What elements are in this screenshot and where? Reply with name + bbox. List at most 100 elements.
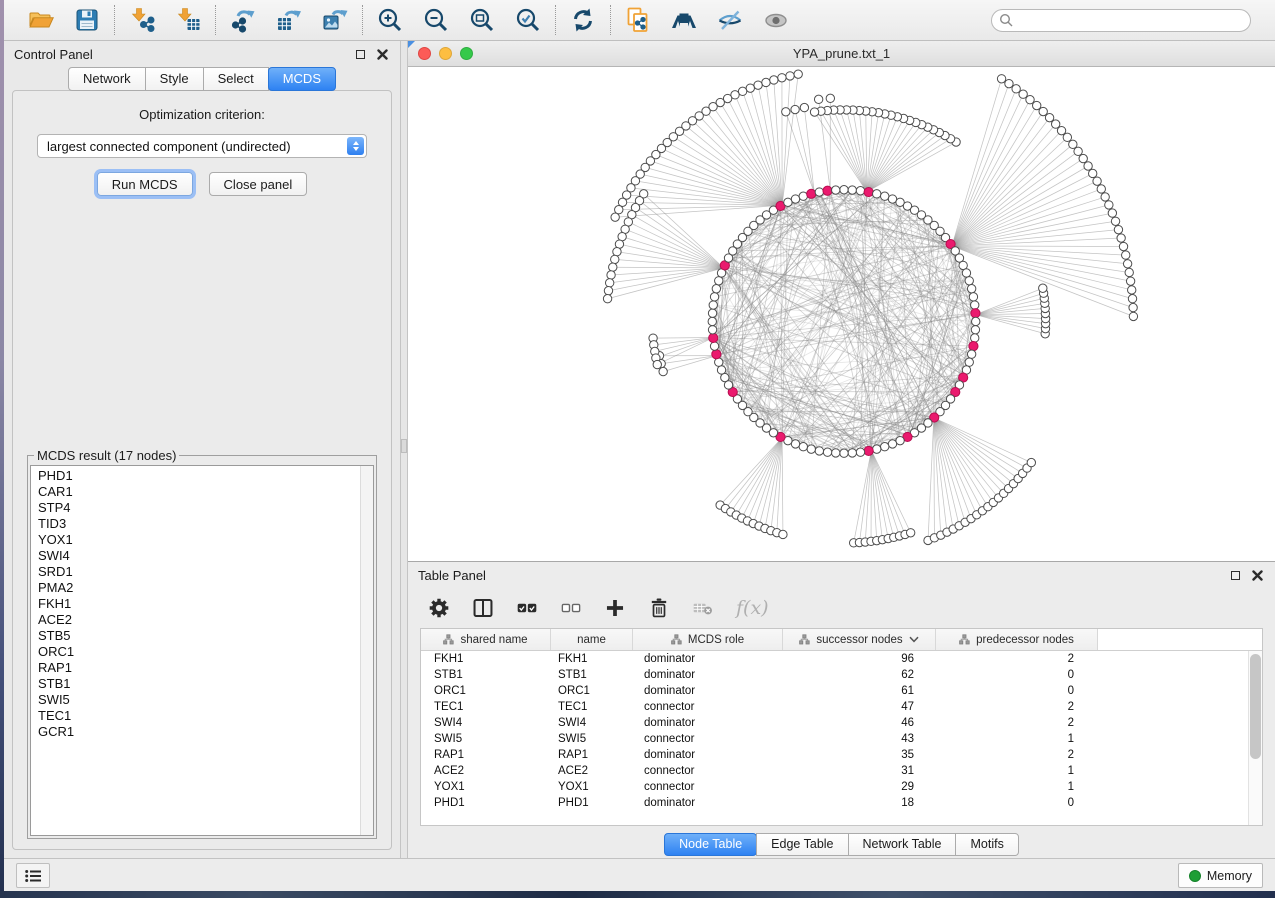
cell-predecessor-nodes: 0	[936, 797, 1098, 809]
hide-graphics-details-icon[interactable]	[717, 7, 743, 33]
open-file-icon[interactable]	[28, 7, 54, 33]
select-all-rows-icon[interactable]	[516, 597, 538, 619]
cell-mcds-role: dominator	[633, 717, 783, 729]
control-panel-tabs: NetworkStyleSelectMCDS	[4, 67, 400, 91]
add-column-icon[interactable]	[604, 597, 626, 619]
duplicate-network-icon[interactable]	[625, 7, 651, 33]
refresh-view-icon[interactable]	[570, 7, 596, 33]
import-table-icon[interactable]	[175, 7, 201, 33]
task-history-button[interactable]	[16, 863, 50, 888]
save-session-icon[interactable]	[74, 7, 100, 33]
node-table-body: FKH1FKH1dominator962STB1STB1dominator620…	[421, 651, 1262, 825]
zoom-in-icon[interactable]	[377, 7, 403, 33]
column-header-predecessor-nodes[interactable]: predecessor nodes	[936, 629, 1098, 650]
float-panel-button[interactable]	[352, 46, 368, 62]
table-panel: Table Panel	[408, 562, 1275, 858]
float-table-panel-button[interactable]	[1227, 567, 1243, 583]
tab-select[interactable]: Select	[203, 67, 269, 91]
table-scrollbar-thumb[interactable]	[1250, 654, 1261, 759]
memory-status-dot	[1189, 870, 1201, 882]
mcds-list-scrollbar[interactable]	[360, 466, 373, 835]
table-row[interactable]: ORC1ORC1dominator610	[421, 683, 1262, 699]
panel-split-divider[interactable]	[400, 41, 408, 858]
table-row[interactable]: SWI4SWI4dominator462	[421, 715, 1262, 731]
network-canvas[interactable]	[408, 67, 1275, 561]
table-row[interactable]: YOX1YOX1connector291	[421, 779, 1262, 795]
criterion-select[interactable]: largest connected component (undirected)	[37, 134, 367, 158]
cell-mcds-role: connector	[633, 781, 783, 793]
table-row[interactable]: ACE2ACE2connector311	[421, 763, 1262, 779]
table-row[interactable]: FKH1FKH1dominator962	[421, 651, 1262, 667]
mcds-result-item[interactable]: STB5	[38, 628, 373, 644]
search-input[interactable]	[991, 9, 1251, 32]
zoom-selected-icon[interactable]	[515, 7, 541, 33]
show-columns-icon[interactable]	[472, 597, 494, 619]
close-panel-button[interactable]	[374, 46, 390, 62]
tab-edge-table[interactable]: Edge Table	[756, 833, 848, 856]
mcds-result-item[interactable]: SRD1	[38, 564, 373, 580]
mcds-result-item[interactable]: TEC1	[38, 708, 373, 724]
show-graphics-details-icon[interactable]	[763, 7, 789, 33]
network-graph[interactable]	[408, 67, 1275, 561]
cell-name: TEC1	[551, 701, 633, 713]
mcds-result-item[interactable]: FKH1	[38, 596, 373, 612]
network-edges	[608, 74, 1134, 543]
tab-style[interactable]: Style	[145, 67, 204, 91]
tab-network[interactable]: Network	[68, 67, 146, 91]
cell-successor-nodes: 43	[783, 733, 936, 745]
table-panel-tabs: Node TableEdge TableNetwork TableMotifs	[408, 826, 1275, 858]
network-window-titlebar[interactable]: YPA_prune.txt_1	[408, 41, 1275, 67]
export-image-icon[interactable]	[322, 7, 348, 33]
table-settings-gear-icon[interactable]	[428, 597, 450, 619]
cell-name: SWI5	[551, 733, 633, 745]
mcds-result-item[interactable]: ACE2	[38, 612, 373, 628]
cell-predecessor-nodes: 0	[936, 685, 1098, 697]
export-network-icon[interactable]	[230, 7, 256, 33]
mcds-result-item[interactable]: TID3	[38, 516, 373, 532]
mcds-result-item[interactable]: STB1	[38, 676, 373, 692]
main-toolbar	[4, 0, 1275, 41]
cell-successor-nodes: 62	[783, 669, 936, 681]
tab-mcds[interactable]: MCDS	[268, 67, 336, 91]
mcds-result-item[interactable]: CAR1	[38, 484, 373, 500]
mcds-result-item[interactable]: STP4	[38, 500, 373, 516]
column-header-MCDS-role[interactable]: MCDS role	[633, 629, 783, 650]
export-table-icon[interactable]	[276, 7, 302, 33]
column-header-shared-name[interactable]: shared name	[421, 629, 551, 650]
close-mcds-panel-button[interactable]: Close panel	[209, 172, 308, 196]
import-network-icon[interactable]	[129, 7, 155, 33]
deselect-all-rows-icon[interactable]	[560, 597, 582, 619]
tab-motifs[interactable]: Motifs	[955, 833, 1018, 856]
table-row[interactable]: SWI5SWI5connector431	[421, 731, 1262, 747]
divider-grip[interactable]	[401, 439, 407, 453]
mcds-result-item[interactable]: RAP1	[38, 660, 373, 676]
table-row[interactable]: PHD1PHD1dominator180	[421, 795, 1262, 811]
table-row[interactable]: TEC1TEC1connector472	[421, 699, 1262, 715]
table-row[interactable]: STB1STB1dominator620	[421, 667, 1262, 683]
cell-predecessor-nodes: 1	[936, 765, 1098, 777]
close-icon	[377, 49, 388, 60]
table-scrollbar[interactable]	[1248, 651, 1262, 825]
mcds-result-item[interactable]: GCR1	[38, 724, 373, 740]
cell-predecessor-nodes: 1	[936, 733, 1098, 745]
search-network-icon[interactable]	[671, 7, 697, 33]
zoom-out-icon[interactable]	[423, 7, 449, 33]
mcds-result-item[interactable]: SWI5	[38, 692, 373, 708]
mcds-result-item[interactable]: YOX1	[38, 532, 373, 548]
table-row[interactable]: RAP1RAP1dominator352	[421, 747, 1262, 763]
tab-node-table[interactable]: Node Table	[664, 833, 757, 856]
memory-button[interactable]: Memory	[1178, 863, 1263, 888]
delete-column-icon[interactable]	[648, 597, 670, 619]
tab-network-table[interactable]: Network Table	[848, 833, 957, 856]
zoom-fit-icon[interactable]	[469, 7, 495, 33]
mcds-result-item[interactable]: SWI4	[38, 548, 373, 564]
column-header-successor-nodes[interactable]: successor nodes	[783, 629, 936, 650]
close-table-panel-button[interactable]	[1249, 567, 1265, 583]
cell-successor-nodes: 31	[783, 765, 936, 777]
run-mcds-button[interactable]: Run MCDS	[97, 172, 193, 196]
mcds-result-item[interactable]: ORC1	[38, 644, 373, 660]
mcds-result-item[interactable]: PMA2	[38, 580, 373, 596]
toolbar-group-zoom	[363, 7, 555, 33]
mcds-result-item[interactable]: PHD1	[38, 468, 373, 484]
column-header-name[interactable]: name	[551, 629, 633, 650]
